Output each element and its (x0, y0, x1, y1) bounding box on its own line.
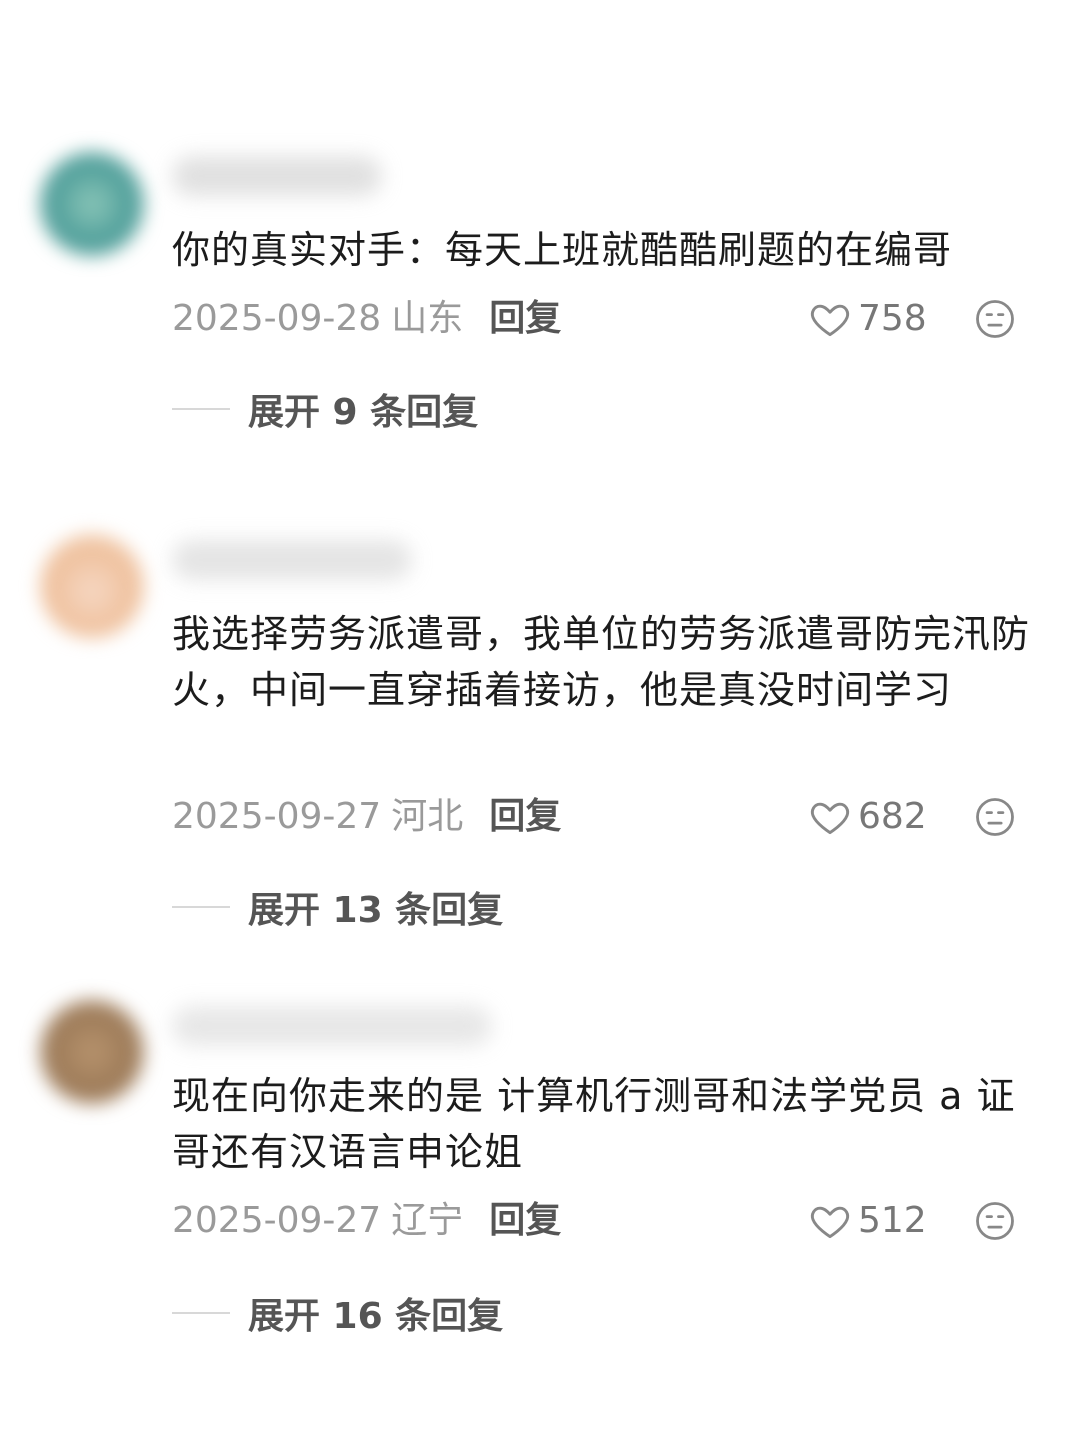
comment-text: 现在向你走来的是 计算机行测哥和法学党员 a 证哥还有汉语言申论姐 (172, 1074, 1016, 1174)
reply-button[interactable]: 回复 (489, 298, 561, 339)
comment-region: 山东 (391, 298, 464, 339)
comment-region: 河北 (391, 796, 464, 837)
reply-button[interactable]: 回复 (489, 1200, 561, 1241)
avatar[interactable] (40, 152, 144, 256)
like-count: 512 (858, 1200, 927, 1241)
comment-meta: 2025-09-28 山东 回复 758 (172, 294, 1032, 344)
expand-replies-label: 展开 13 条回复 (248, 890, 504, 931)
like-button[interactable]: 758 (808, 294, 927, 344)
expand-divider-line (172, 906, 230, 908)
like-count: 682 (858, 796, 927, 837)
expand-replies-button[interactable]: 展开 16 条回复 (172, 1288, 503, 1338)
expand-replies-label: 展开 16 条回复 (248, 1296, 504, 1337)
emoji-reaction-icon[interactable] (974, 1200, 1016, 1242)
comment-date: 2025-09-28 (172, 298, 382, 339)
like-button[interactable]: 512 (808, 1196, 927, 1246)
reply-button[interactable]: 回复 (489, 796, 561, 837)
username-blurred[interactable] (172, 156, 382, 196)
comment-text: 我选择劳务派遣哥，我单位的劳务派遣哥防完汛防火，中间一直穿插着接访，他是真没时间… (172, 612, 1031, 712)
username-blurred[interactable] (172, 1006, 492, 1046)
emoji-reaction-icon[interactable] (974, 796, 1016, 838)
comment-text: 你的真实对手：每天上班就酷酷刷题的在编哥 (172, 228, 953, 272)
expand-divider-line (172, 408, 230, 410)
expand-replies-label: 展开 9 条回复 (248, 392, 479, 433)
heart-icon (810, 802, 850, 835)
comment-meta: 2025-09-27 河北 回复 682 (172, 792, 1032, 842)
avatar[interactable] (40, 534, 144, 638)
expand-replies-button[interactable]: 展开 9 条回复 (172, 384, 478, 434)
like-count: 758 (858, 298, 927, 339)
avatar[interactable] (40, 1000, 144, 1104)
like-button[interactable]: 682 (808, 792, 927, 842)
comment-meta: 2025-09-27 辽宁 回复 512 (172, 1196, 1032, 1246)
comment-region: 辽宁 (391, 1200, 464, 1241)
expand-divider-line (172, 1312, 230, 1314)
username-blurred[interactable] (172, 540, 412, 580)
comment-date: 2025-09-27 (172, 796, 382, 837)
heart-icon (810, 304, 850, 337)
heart-icon (810, 1206, 850, 1239)
comment-date: 2025-09-27 (172, 1200, 382, 1241)
expand-replies-button[interactable]: 展开 13 条回复 (172, 882, 503, 932)
emoji-reaction-icon[interactable] (974, 298, 1016, 340)
